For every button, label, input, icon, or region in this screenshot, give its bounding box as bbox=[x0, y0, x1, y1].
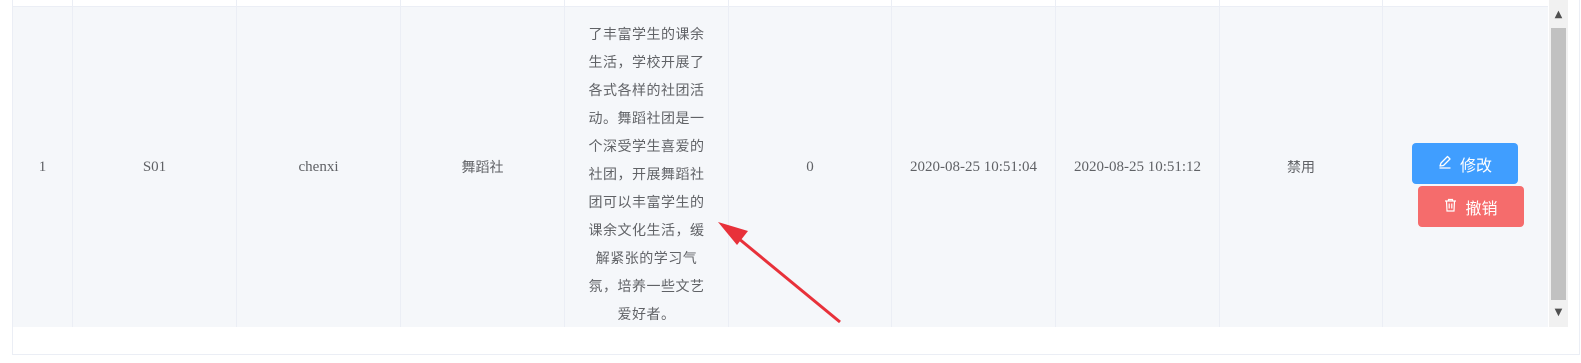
edit-icon bbox=[1438, 154, 1452, 173]
status-text: 禁用 bbox=[1220, 7, 1383, 327]
scroll-up-arrow-icon[interactable]: ▲ bbox=[1549, 6, 1568, 23]
scrollbar-thumb[interactable] bbox=[1551, 28, 1566, 300]
created-time: 2020-08-25 10:51:04 bbox=[892, 7, 1056, 327]
club-description: 了丰富学生的课余 生活，学校开展了 各式各样的社团活 动。舞蹈社团是一 个深受学… bbox=[588, 27, 705, 323]
edit-button-label: 修改 bbox=[1459, 155, 1492, 175]
data-table: 1 S01 chenxi 舞蹈社 了丰富学生的课余 生活，学校开展了 各式各样的… bbox=[12, 0, 1580, 355]
user-name: chenxi bbox=[237, 7, 401, 327]
revoke-button[interactable]: 撤销 bbox=[1418, 186, 1524, 227]
table-row[interactable]: 1 S01 chenxi 舞蹈社 了丰富学生的课余 生活，学校开展了 各式各样的… bbox=[13, 7, 1548, 327]
trash-icon bbox=[1444, 197, 1457, 216]
revoke-button-label: 撤销 bbox=[1465, 198, 1498, 218]
club-code: S01 bbox=[73, 7, 237, 327]
vertical-scrollbar[interactable]: ▲ ▼ bbox=[1549, 0, 1568, 327]
updated-time: 2020-08-25 10:51:12 bbox=[1056, 7, 1220, 327]
club-name: 舞蹈社 bbox=[401, 7, 565, 327]
row-index: 1 bbox=[13, 7, 73, 327]
previous-row-edge bbox=[13, 0, 1548, 7]
member-count: 0 bbox=[729, 7, 892, 327]
scroll-down-arrow-icon[interactable]: ▼ bbox=[1549, 304, 1568, 321]
table-body[interactable]: 1 S01 chenxi 舞蹈社 了丰富学生的课余 生活，学校开展了 各式各样的… bbox=[13, 0, 1548, 327]
edit-button[interactable]: 修改 bbox=[1412, 143, 1518, 184]
